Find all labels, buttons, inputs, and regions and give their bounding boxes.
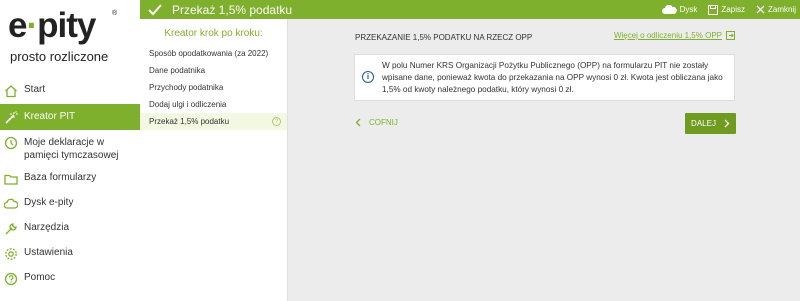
close-label: Zamknij (767, 5, 796, 14)
disk-button[interactable]: Dysk (661, 5, 698, 14)
save-label: Zapisz (721, 5, 745, 14)
sidebar-item-label: Baza formularzy (24, 172, 97, 183)
logo-registered-mark: ® (112, 10, 118, 17)
more-info-link-label: Więcej o odliczeniu 1,5% OPP (613, 31, 722, 40)
external-link-icon (726, 31, 735, 40)
next-button[interactable]: DALEJ (685, 113, 736, 134)
cloud-icon (4, 198, 18, 209)
history-icon (4, 136, 18, 150)
gear-icon (5, 248, 17, 260)
sidebar-item-start[interactable]: Start (0, 79, 140, 101)
help-icon (4, 272, 18, 286)
sidebar-item-baza-formularzy[interactable]: Baza formularzy (0, 168, 140, 192)
wizard-step-przekaz-podatku[interactable]: Przekaż 1,5% podatku ? (140, 113, 287, 130)
sidebar-item-moje-deklaracje[interactable]: Moje deklaracje w pamięci tymczasowej (0, 130, 140, 168)
more-info-link[interactable]: Więcej o odliczeniu 1,5% OPP (614, 31, 736, 40)
home-icon (5, 85, 17, 98)
sidebar-item-label: Kreator PIT (24, 111, 76, 122)
sidebar-item-ustawienia[interactable]: Ustawienia (0, 242, 140, 267)
sidebar-item-pomoc[interactable]: Pomoc (0, 267, 140, 292)
sidebar: e·pity ® prosto rozliczone Start Kreator… (0, 0, 140, 301)
check-icon (148, 3, 162, 15)
sidebar-item-label: Ustawienia (24, 247, 73, 258)
logo: e·pity ® (8, 6, 117, 45)
wizard-title: Kreator krok po kroku: (164, 28, 263, 39)
sidebar-item-label: Narzędzia (24, 222, 70, 233)
sidebar-item-label: Pomoc (24, 272, 56, 283)
save-button[interactable]: Zapisz (708, 4, 745, 15)
sidebar-item-label: Start (24, 84, 46, 95)
section-title: PRZEKAZANIE 1,5% PODATKU NA RZECZ OPP (355, 33, 533, 42)
next-button-label: DALEJ (691, 119, 716, 128)
disk-label: Dysk (679, 5, 698, 14)
sidebar-item-label: Dysk e-pity (24, 197, 74, 208)
wizard-step-sposob-opodatkowania[interactable]: Sposób opodatkowania (za 2022) (140, 45, 287, 62)
top-bar: Przekaż 1,5% podatku Dysk Zapisz Zamknij (140, 0, 800, 19)
wand-icon (5, 111, 18, 124)
wizard-step-przychody[interactable]: Przychody podatnika (140, 79, 287, 96)
top-bar-title-wrap: Przekaż 1,5% podatku (148, 0, 292, 19)
tagline: prosto rozliczone (10, 49, 109, 64)
sidebar-item-label: Moje deklaracje w pamięci tymczasowej (24, 137, 119, 161)
cloud-icon (661, 5, 677, 14)
top-actions: Dysk Zapisz Zamknij (651, 0, 796, 19)
page-title: Przekaż 1,5% podatku (172, 2, 293, 17)
logo-text: e·pity (8, 6, 96, 45)
sidebar-item-narzedzia[interactable]: Narzędzia (0, 217, 140, 242)
main-content: PRZEKAZANIE 1,5% PODATKU NA RZECZ OPP Wi… (288, 19, 800, 301)
chevron-left-icon (355, 118, 361, 127)
floppy-icon (708, 4, 719, 15)
chevron-right-icon (724, 119, 730, 128)
wizard-step-dane-podatnika[interactable]: Dane podatnika (140, 62, 287, 79)
info-box: i W polu Numer KRS Organizacji Pożytku P… (354, 54, 735, 101)
help-icon[interactable]: ? (272, 117, 281, 126)
sidebar-nav: Start Kreator PIT Moje deklaracje w pami… (0, 79, 140, 292)
close-icon (756, 5, 765, 14)
wizard-step-ulgi[interactable]: Dodaj ulgi i odliczenia (140, 96, 287, 113)
info-text: W polu Numer KRS Organizacji Pożytku Pub… (382, 61, 723, 94)
sidebar-item-dysk-e-pity[interactable]: Dysk e-pity (0, 192, 140, 217)
sidebar-item-kreator-pit[interactable]: Kreator PIT (0, 104, 140, 130)
wizard-step-label: Przekaż 1,5% podatku (149, 117, 230, 126)
back-button[interactable]: COFNIJ (355, 118, 398, 127)
back-button-label: COFNIJ (369, 118, 398, 127)
tools-icon (5, 223, 17, 235)
close-button[interactable]: Zamknij (756, 5, 796, 14)
folder-icon (4, 174, 18, 185)
wizard-panel: Kreator krok po kroku: Sposób opodatkowa… (140, 19, 288, 301)
info-icon: i (362, 71, 374, 83)
